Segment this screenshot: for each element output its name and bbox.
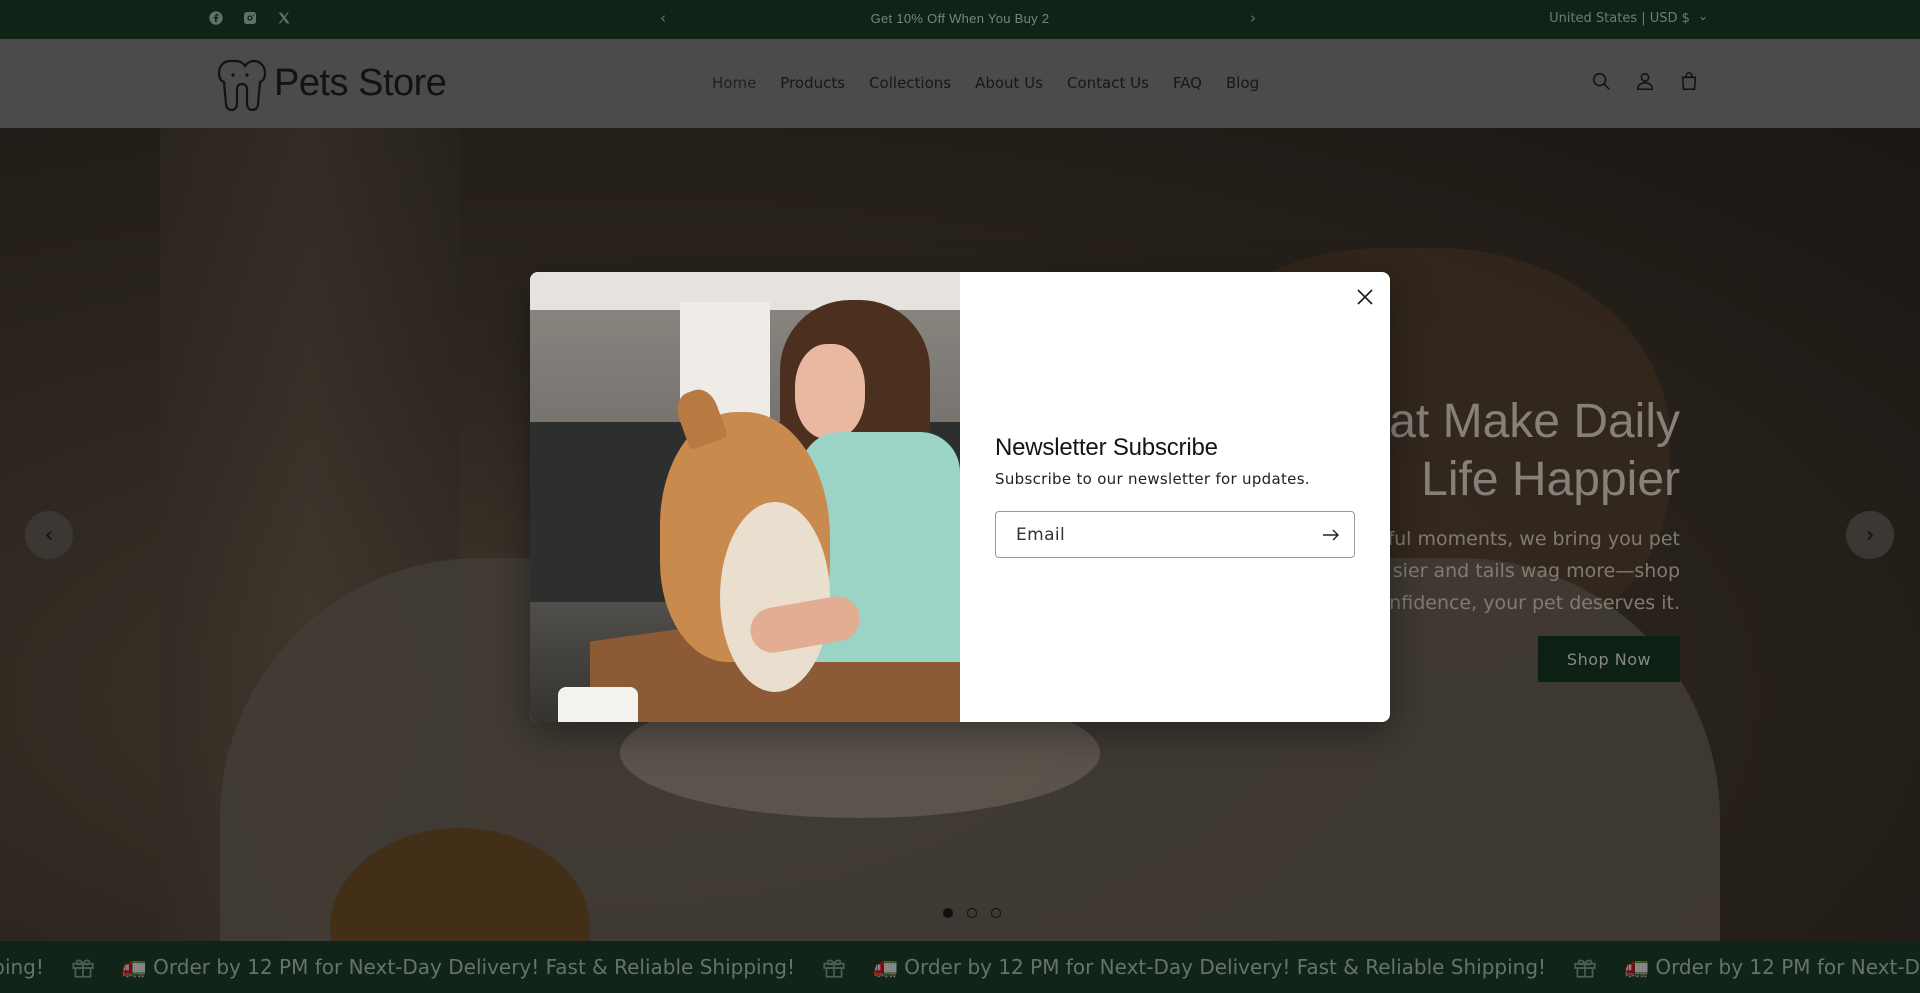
arrow-right-icon: [1323, 529, 1339, 541]
newsletter-subtitle: Subscribe to our newsletter for updates.: [995, 470, 1310, 488]
newsletter-image: [530, 272, 960, 722]
close-modal-button[interactable]: [1353, 285, 1377, 309]
email-input[interactable]: [996, 512, 1296, 557]
newsletter-title: Newsletter Subscribe: [995, 434, 1218, 461]
newsletter-email-field: [995, 511, 1355, 558]
newsletter-modal: Newsletter Subscribe Subscribe to our ne…: [530, 272, 1390, 722]
close-icon: [1357, 289, 1373, 305]
subscribe-submit-button[interactable]: [1322, 527, 1340, 543]
